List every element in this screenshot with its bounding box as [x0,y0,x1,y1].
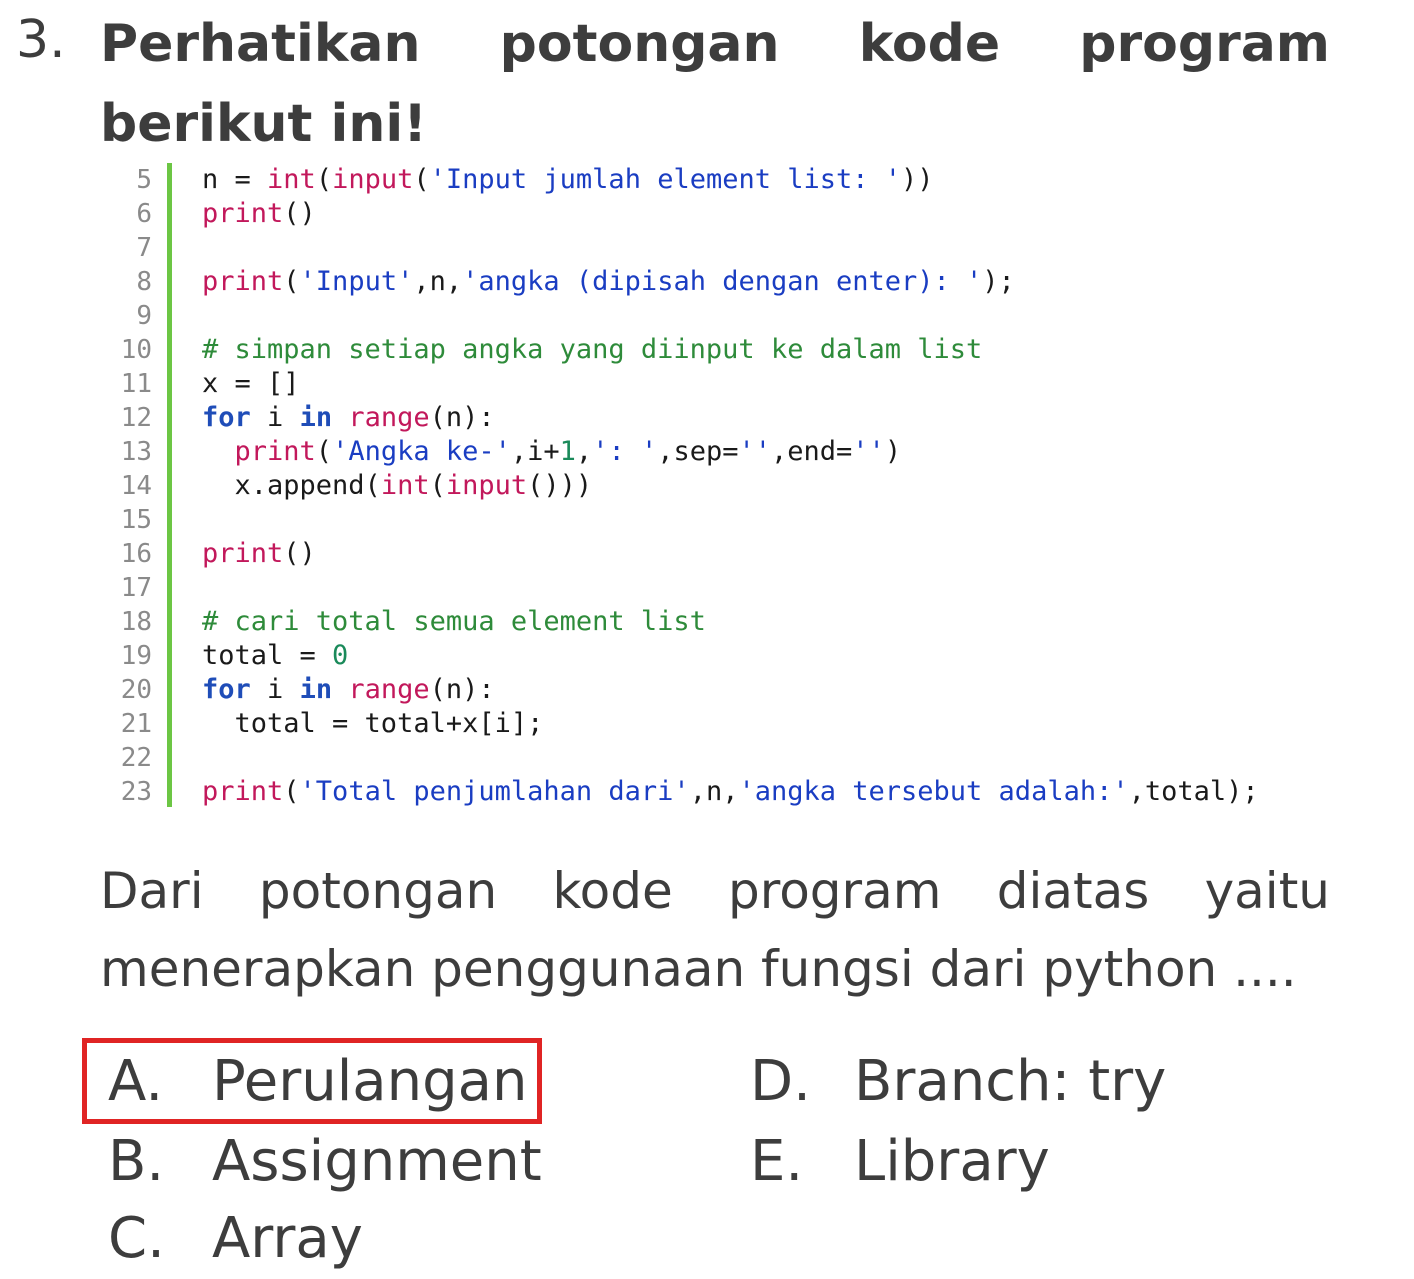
line-number: 17 [120,573,152,603]
code-line: 11 x = [] [112,367,1342,401]
line-number: 7 [136,233,152,263]
question-title: Perhatikan potongan kode program berikut… [100,14,1330,154]
code-line: 12 for i in range(n): [112,401,1342,435]
line-number: 15 [120,505,152,535]
option-e-letter: E. [750,1129,804,1194]
option-c-letter: C. [108,1206,165,1271]
code-line: 23 print('Total penjumlahan dari',n,'angk… [112,775,1342,809]
code-line: 6 print() [112,197,1342,231]
code-text: x.append(int(input())) [202,470,593,501]
option-e[interactable]: E. Library [750,1126,1050,1198]
line-number: 9 [136,301,152,331]
option-e-label: Library [854,1129,1050,1194]
option-a[interactable]: A. Perulangan [108,1046,527,1118]
line-number: 18 [120,607,152,637]
code-line: 20 for i in range(n): [112,673,1342,707]
code-text: # simpan setiap angka yang diinput ke da… [202,334,983,365]
option-d-letter: D. [750,1049,811,1114]
code-text: x = [] [202,368,300,399]
line-number: 16 [120,539,152,569]
code-line: 18 # cari total semua element list [112,605,1342,639]
line-number: 23 [120,777,152,807]
line-number: 21 [120,709,152,739]
option-b-label: Assignment [212,1129,542,1194]
line-number: 19 [120,641,152,671]
code-line: 5 n = int(input('Input jumlah element lis… [112,163,1342,197]
code-text: print('Input',n,'angka (dipisah dengan e… [202,266,1015,297]
code-line: 21 total = total+x[i]; [112,707,1342,741]
option-c[interactable]: C. Array [108,1203,363,1275]
line-number: 11 [120,369,152,399]
option-b[interactable]: B. Assignment [108,1126,542,1198]
code-text: print() [202,198,316,229]
option-a-label: Perulangan [212,1049,528,1114]
code-text: print('Angka ke-',i+1,': ',sep='',end=''… [234,436,902,467]
code-line: 10 # simpan setiap angka yang diinput ke … [112,333,1342,367]
code-text: print('Total penjumlahan dari',n,'angka … [202,776,1259,807]
option-a-letter: A. [108,1049,164,1114]
line-number: 13 [120,437,152,467]
option-b-letter: B. [108,1129,165,1194]
code-line: 13 print('Angka ke-',i+1,': ',sep='',end… [112,435,1342,469]
code-line: 7 [112,231,1342,265]
code-block: 5 n = int(input('Input jumlah element lis… [112,163,1342,809]
code-text: total = total+x[i]; [202,708,544,739]
line-number: 14 [120,471,152,501]
code-line: 22 [112,741,1342,775]
code-text: for i in range(n): [202,674,495,705]
code-line: 9 [112,299,1342,333]
code-line: 15 [112,503,1342,537]
code-text: for i in range(n): [202,402,495,433]
line-number: 10 [120,335,152,365]
code-text: total = 0 [202,640,349,671]
option-d-label: Branch: try [854,1049,1167,1114]
code-text: print() [202,538,316,569]
question-text: Dari potongan kode program diatas yaitu … [100,862,1330,998]
code-line: 14 x.append(int(input())) [112,469,1342,503]
line-number: 8 [136,267,152,297]
option-d[interactable]: D. Branch: try [750,1046,1166,1118]
code-line: 17 [112,571,1342,605]
line-number: 6 [136,199,152,229]
question-number: 3. [16,10,66,70]
option-c-label: Array [212,1206,363,1271]
line-number: 20 [120,675,152,705]
line-number: 22 [120,743,152,773]
code-line: 16 print() [112,537,1342,571]
code-line: 19 total = 0 [112,639,1342,673]
line-number: 12 [120,403,152,433]
code-text: n = int(input('Input jumlah element list… [202,164,934,195]
code-text: # cari total semua element list [202,606,706,637]
code-line: 8 print('Input',n,'angka (dipisah dengan … [112,265,1342,299]
line-number: 5 [136,165,152,195]
